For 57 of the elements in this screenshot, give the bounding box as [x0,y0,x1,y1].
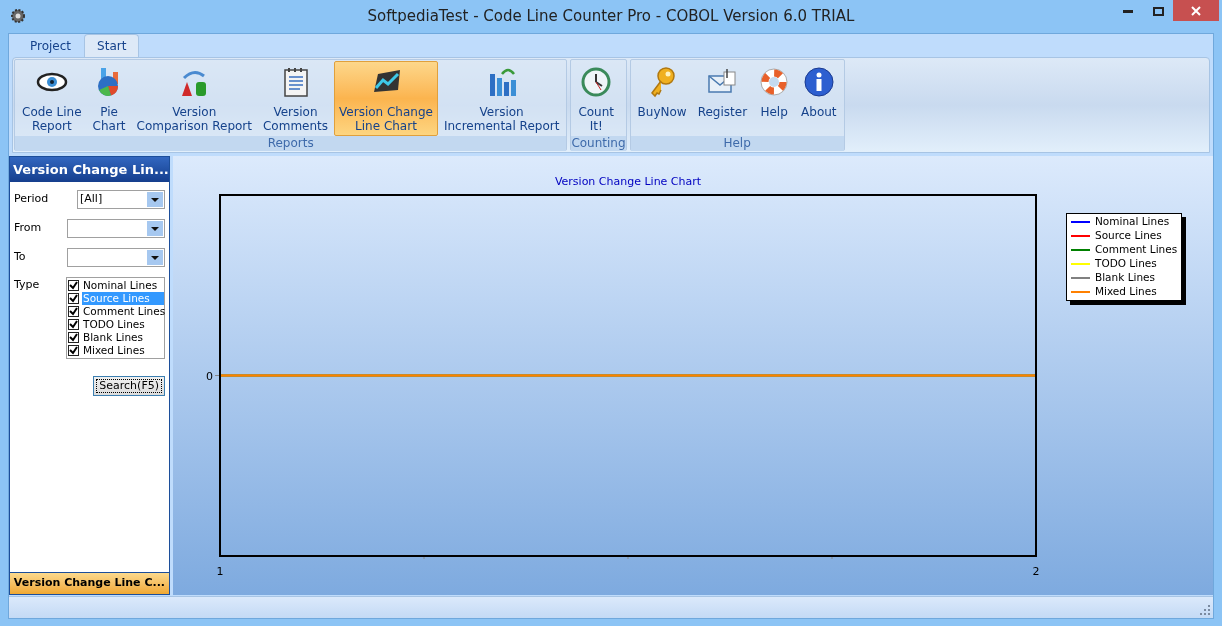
ribbon-button[interactable]: Version Incremental Report [438,61,565,136]
ribbon-button[interactable]: BuyNow [632,61,692,136]
clock-icon [580,66,613,98]
info-icon [802,66,835,98]
checkbox[interactable] [68,293,79,304]
ribbon-tab[interactable]: Start [84,34,140,57]
window-title: SoftpediaTest - Code Line Counter Pro - COBOL Version 6.0 TRIAL [367,6,855,28]
type-option[interactable]: TODO Lines [82,318,164,331]
type-option[interactable]: Mixed Lines [82,344,164,357]
resize-grip-icon[interactable] [1199,604,1211,616]
app-gear-icon[interactable] [10,8,26,24]
minimize-icon [1123,9,1133,13]
panel-footer-tab[interactable]: Version Change Line C... [10,572,169,594]
checkbox[interactable] [68,345,79,356]
ribbon-button[interactable]: Pie Chart [87,61,131,136]
x-tick-label: 2 [1032,565,1040,578]
ribbon-button[interactable]: Version Change Line Chart [334,61,438,136]
checkbox[interactable] [68,306,79,317]
chart-title: Version Change Line Chart [554,175,702,188]
checkbox[interactable] [68,280,79,291]
type-option[interactable]: Comment Lines [82,305,166,318]
dropdown-field[interactable] [67,219,165,238]
type-option[interactable]: Blank Lines [82,331,164,344]
group-label: Reports [15,136,567,151]
y-tick-label: 0 [206,369,213,383]
legend-label: Blank Lines [1095,270,1155,286]
ribbon-button[interactable]: Register [692,61,753,136]
checkbox[interactable] [68,319,79,330]
x-tick-label: 1 [216,565,224,578]
field-label: Type [14,277,41,293]
checkbox[interactable] [68,332,79,343]
ribbon-button[interactable]: Help [753,61,796,136]
group-label: Help [630,136,844,151]
ribbon-tab[interactable]: Project [17,34,85,57]
close-button[interactable] [1173,0,1219,21]
type-option[interactable]: Nominal Lines [82,279,164,292]
legend-label: Source Lines [1095,228,1162,244]
lifebuoy-icon [758,66,791,98]
legend-label: Comment Lines [1095,242,1178,258]
field-label: Period [14,191,50,207]
maximize-icon [1152,6,1164,16]
legend-label: Nominal Lines [1095,214,1170,230]
ribbon-button[interactable]: Version Comparison Report [131,61,257,136]
ribbon-button[interactable]: Code Line Report [17,61,87,136]
field-label: To [14,249,27,265]
close-icon [1191,5,1201,16]
legend-label: Mixed Lines [1095,284,1157,300]
ribbon-button[interactable]: Version Comments [258,61,334,136]
dropdown-field[interactable] [67,248,165,267]
ribbon-button[interactable]: Count It! [573,61,620,136]
search-button[interactable]: Search(F5) [93,376,165,396]
ribbon-button[interactable]: About [796,61,842,136]
legend-label: TODO Lines [1095,256,1157,272]
dropdown-field[interactable]: [All] [77,190,165,209]
group-label: Counting [571,136,626,151]
field-label: From [14,220,43,236]
panel-title: Version Change Lin... [10,157,169,182]
